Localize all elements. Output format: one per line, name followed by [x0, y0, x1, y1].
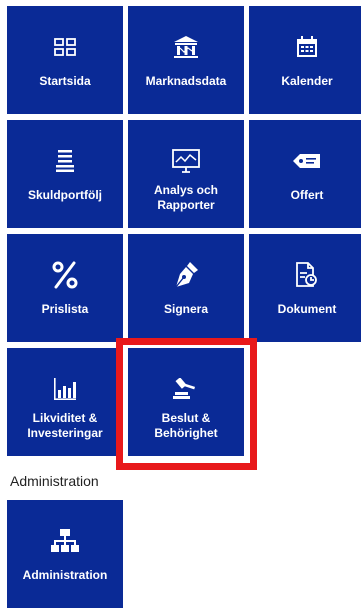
gavel-icon: [128, 374, 244, 404]
price-tag-icon: [249, 146, 361, 176]
tile-label: Offert: [290, 188, 324, 202]
tile-administration[interactable]: Administration: [7, 500, 123, 608]
tile-label-line-2: Rapporter: [157, 198, 215, 212]
tile-marknadsdata[interactable]: Marknadsdata: [128, 6, 244, 114]
tile-label: Likviditet & Investeringar: [9, 411, 121, 441]
stacked-layers-icon: [7, 146, 123, 176]
bar-chart-icon: [7, 374, 123, 404]
tile-label-line-1: Beslut &: [161, 411, 211, 425]
tile-startsida[interactable]: Startsida: [7, 6, 123, 114]
tile-label: Signera: [163, 302, 208, 316]
tile-label-line-1: Likviditet &: [32, 411, 98, 425]
tile-label: Marknadsdata: [145, 74, 227, 88]
tile-prislista[interactable]: Prislista: [7, 234, 123, 342]
tile-label-line-2: Investeringar: [27, 426, 103, 440]
tile-analys-och-rapporter[interactable]: Analys och Rapporter: [128, 120, 244, 228]
tile-label: Kalender: [281, 74, 333, 88]
tile-beslut-behorighet[interactable]: Beslut & Behörighet: [128, 348, 244, 456]
tile-label: Startsida: [39, 74, 91, 88]
pen-nib-icon: [128, 260, 244, 290]
dashboard-grid-icon: [7, 32, 123, 62]
tile-label-line-1: Analys och: [153, 183, 219, 197]
tile-likviditet-investeringar[interactable]: Likviditet & Investeringar: [7, 348, 123, 456]
tile-offert[interactable]: Offert: [249, 120, 361, 228]
tile-label-line-2: Behörighet: [154, 426, 218, 440]
calendar-icon: [249, 32, 361, 62]
bank-building-icon: [128, 32, 244, 62]
tile-label: Skuldportfölj: [28, 188, 102, 202]
document-icon: [249, 260, 361, 290]
tile-kalender[interactable]: Kalender: [249, 6, 361, 114]
percent-icon: [7, 260, 123, 290]
section-heading-administration: Administration: [10, 473, 99, 489]
tile-signera[interactable]: Signera: [128, 234, 244, 342]
tile-label: Analys och Rapporter: [130, 183, 242, 213]
tile-dokument[interactable]: Dokument: [249, 234, 361, 342]
tile-label: Beslut & Behörighet: [130, 411, 242, 441]
tile-label: Dokument: [277, 302, 337, 316]
tile-label: Prislista: [41, 302, 89, 316]
monitor-chart-icon: [128, 146, 244, 176]
org-chart-icon: [7, 526, 123, 556]
tile-label: Administration: [22, 568, 108, 582]
tile-skuldportfolj[interactable]: Skuldportfölj: [7, 120, 123, 228]
